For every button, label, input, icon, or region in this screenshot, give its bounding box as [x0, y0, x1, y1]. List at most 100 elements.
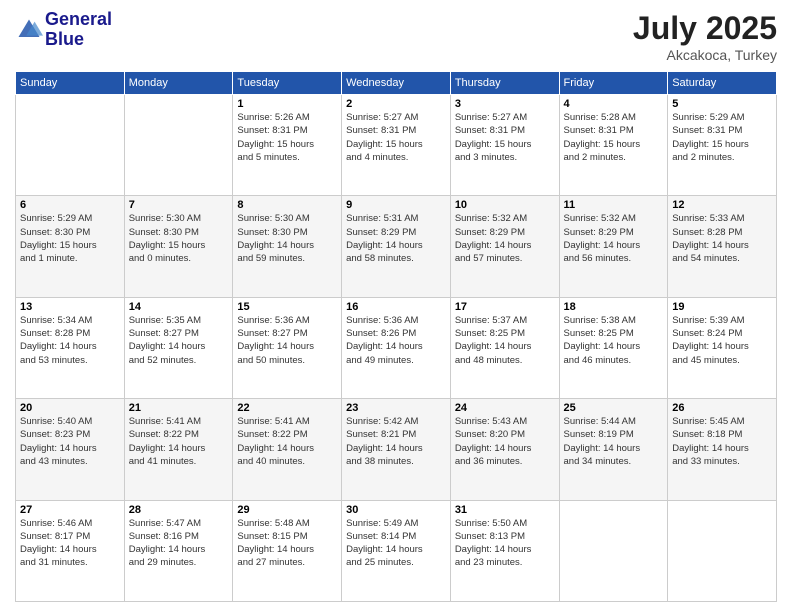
day-number: 2 [346, 98, 446, 110]
calendar-week-3: 13Sunrise: 5:34 AM Sunset: 8:28 PM Dayli… [16, 297, 777, 398]
day-info: Sunrise: 5:28 AM Sunset: 8:31 PM Dayligh… [564, 111, 664, 164]
day-info: Sunrise: 5:29 AM Sunset: 8:31 PM Dayligh… [672, 111, 772, 164]
day-number: 13 [20, 301, 120, 313]
day-number: 5 [672, 98, 772, 110]
calendar-cell: 5Sunrise: 5:29 AM Sunset: 8:31 PM Daylig… [668, 95, 777, 196]
day-number: 7 [129, 199, 229, 211]
calendar-cell: 16Sunrise: 5:36 AM Sunset: 8:26 PM Dayli… [342, 297, 451, 398]
day-info: Sunrise: 5:36 AM Sunset: 8:27 PM Dayligh… [237, 314, 337, 367]
calendar-cell: 30Sunrise: 5:49 AM Sunset: 8:14 PM Dayli… [342, 500, 451, 601]
calendar-cell: 20Sunrise: 5:40 AM Sunset: 8:23 PM Dayli… [16, 399, 125, 500]
calendar-cell: 28Sunrise: 5:47 AM Sunset: 8:16 PM Dayli… [124, 500, 233, 601]
day-number: 15 [237, 301, 337, 313]
day-number: 1 [237, 98, 337, 110]
calendar-cell: 27Sunrise: 5:46 AM Sunset: 8:17 PM Dayli… [16, 500, 125, 601]
calendar-cell: 13Sunrise: 5:34 AM Sunset: 8:28 PM Dayli… [16, 297, 125, 398]
calendar-header-monday: Monday [124, 72, 233, 95]
day-number: 10 [455, 199, 555, 211]
day-info: Sunrise: 5:42 AM Sunset: 8:21 PM Dayligh… [346, 415, 446, 468]
calendar-cell: 4Sunrise: 5:28 AM Sunset: 8:31 PM Daylig… [559, 95, 668, 196]
day-number: 3 [455, 98, 555, 110]
day-info: Sunrise: 5:29 AM Sunset: 8:30 PM Dayligh… [20, 212, 120, 265]
day-number: 20 [20, 402, 120, 414]
day-info: Sunrise: 5:41 AM Sunset: 8:22 PM Dayligh… [129, 415, 229, 468]
calendar-cell: 24Sunrise: 5:43 AM Sunset: 8:20 PM Dayli… [450, 399, 559, 500]
day-info: Sunrise: 5:27 AM Sunset: 8:31 PM Dayligh… [346, 111, 446, 164]
day-number: 16 [346, 301, 446, 313]
logo-line1: General [45, 10, 112, 30]
day-number: 30 [346, 504, 446, 516]
day-number: 18 [564, 301, 664, 313]
calendar-header-thursday: Thursday [450, 72, 559, 95]
calendar-header-saturday: Saturday [668, 72, 777, 95]
day-info: Sunrise: 5:36 AM Sunset: 8:26 PM Dayligh… [346, 314, 446, 367]
calendar-cell: 18Sunrise: 5:38 AM Sunset: 8:25 PM Dayli… [559, 297, 668, 398]
day-info: Sunrise: 5:30 AM Sunset: 8:30 PM Dayligh… [129, 212, 229, 265]
calendar-cell: 1Sunrise: 5:26 AM Sunset: 8:31 PM Daylig… [233, 95, 342, 196]
calendar-cell: 23Sunrise: 5:42 AM Sunset: 8:21 PM Dayli… [342, 399, 451, 500]
calendar-cell: 3Sunrise: 5:27 AM Sunset: 8:31 PM Daylig… [450, 95, 559, 196]
calendar-header-friday: Friday [559, 72, 668, 95]
calendar-cell: 25Sunrise: 5:44 AM Sunset: 8:19 PM Dayli… [559, 399, 668, 500]
day-info: Sunrise: 5:32 AM Sunset: 8:29 PM Dayligh… [455, 212, 555, 265]
calendar-cell: 10Sunrise: 5:32 AM Sunset: 8:29 PM Dayli… [450, 196, 559, 297]
logo-icon [15, 16, 43, 44]
day-number: 8 [237, 199, 337, 211]
calendar-cell: 15Sunrise: 5:36 AM Sunset: 8:27 PM Dayli… [233, 297, 342, 398]
calendar-cell: 11Sunrise: 5:32 AM Sunset: 8:29 PM Dayli… [559, 196, 668, 297]
calendar-week-1: 1Sunrise: 5:26 AM Sunset: 8:31 PM Daylig… [16, 95, 777, 196]
day-info: Sunrise: 5:39 AM Sunset: 8:24 PM Dayligh… [672, 314, 772, 367]
calendar-cell: 19Sunrise: 5:39 AM Sunset: 8:24 PM Dayli… [668, 297, 777, 398]
day-number: 21 [129, 402, 229, 414]
calendar-cell [16, 95, 125, 196]
day-number: 4 [564, 98, 664, 110]
day-info: Sunrise: 5:38 AM Sunset: 8:25 PM Dayligh… [564, 314, 664, 367]
day-number: 24 [455, 402, 555, 414]
day-info: Sunrise: 5:49 AM Sunset: 8:14 PM Dayligh… [346, 517, 446, 570]
day-info: Sunrise: 5:35 AM Sunset: 8:27 PM Dayligh… [129, 314, 229, 367]
location: Akcakoca, Turkey [633, 47, 777, 63]
calendar-cell: 12Sunrise: 5:33 AM Sunset: 8:28 PM Dayli… [668, 196, 777, 297]
day-info: Sunrise: 5:47 AM Sunset: 8:16 PM Dayligh… [129, 517, 229, 570]
day-info: Sunrise: 5:44 AM Sunset: 8:19 PM Dayligh… [564, 415, 664, 468]
day-number: 14 [129, 301, 229, 313]
calendar-cell: 7Sunrise: 5:30 AM Sunset: 8:30 PM Daylig… [124, 196, 233, 297]
calendar-cell [124, 95, 233, 196]
calendar-cell: 2Sunrise: 5:27 AM Sunset: 8:31 PM Daylig… [342, 95, 451, 196]
calendar-week-2: 6Sunrise: 5:29 AM Sunset: 8:30 PM Daylig… [16, 196, 777, 297]
title-block: July 2025 Akcakoca, Turkey [633, 10, 777, 63]
calendar-cell: 21Sunrise: 5:41 AM Sunset: 8:22 PM Dayli… [124, 399, 233, 500]
calendar-cell: 22Sunrise: 5:41 AM Sunset: 8:22 PM Dayli… [233, 399, 342, 500]
day-info: Sunrise: 5:34 AM Sunset: 8:28 PM Dayligh… [20, 314, 120, 367]
day-number: 25 [564, 402, 664, 414]
day-info: Sunrise: 5:37 AM Sunset: 8:25 PM Dayligh… [455, 314, 555, 367]
day-info: Sunrise: 5:31 AM Sunset: 8:29 PM Dayligh… [346, 212, 446, 265]
calendar-cell: 6Sunrise: 5:29 AM Sunset: 8:30 PM Daylig… [16, 196, 125, 297]
day-number: 23 [346, 402, 446, 414]
calendar-header-row: SundayMondayTuesdayWednesdayThursdayFrid… [16, 72, 777, 95]
calendar-cell: 14Sunrise: 5:35 AM Sunset: 8:27 PM Dayli… [124, 297, 233, 398]
day-info: Sunrise: 5:45 AM Sunset: 8:18 PM Dayligh… [672, 415, 772, 468]
day-info: Sunrise: 5:26 AM Sunset: 8:31 PM Dayligh… [237, 111, 337, 164]
day-number: 6 [20, 199, 120, 211]
day-info: Sunrise: 5:32 AM Sunset: 8:29 PM Dayligh… [564, 212, 664, 265]
day-info: Sunrise: 5:41 AM Sunset: 8:22 PM Dayligh… [237, 415, 337, 468]
calendar-header-sunday: Sunday [16, 72, 125, 95]
calendar-header-wednesday: Wednesday [342, 72, 451, 95]
day-info: Sunrise: 5:48 AM Sunset: 8:15 PM Dayligh… [237, 517, 337, 570]
calendar-table: SundayMondayTuesdayWednesdayThursdayFrid… [15, 71, 777, 602]
day-info: Sunrise: 5:43 AM Sunset: 8:20 PM Dayligh… [455, 415, 555, 468]
calendar-cell: 17Sunrise: 5:37 AM Sunset: 8:25 PM Dayli… [450, 297, 559, 398]
day-number: 29 [237, 504, 337, 516]
calendar-week-5: 27Sunrise: 5:46 AM Sunset: 8:17 PM Dayli… [16, 500, 777, 601]
day-number: 31 [455, 504, 555, 516]
day-info: Sunrise: 5:33 AM Sunset: 8:28 PM Dayligh… [672, 212, 772, 265]
month-title: July 2025 [633, 10, 777, 47]
day-number: 9 [346, 199, 446, 211]
calendar-cell: 29Sunrise: 5:48 AM Sunset: 8:15 PM Dayli… [233, 500, 342, 601]
calendar-week-4: 20Sunrise: 5:40 AM Sunset: 8:23 PM Dayli… [16, 399, 777, 500]
day-info: Sunrise: 5:40 AM Sunset: 8:23 PM Dayligh… [20, 415, 120, 468]
day-info: Sunrise: 5:46 AM Sunset: 8:17 PM Dayligh… [20, 517, 120, 570]
day-number: 17 [455, 301, 555, 313]
day-number: 27 [20, 504, 120, 516]
